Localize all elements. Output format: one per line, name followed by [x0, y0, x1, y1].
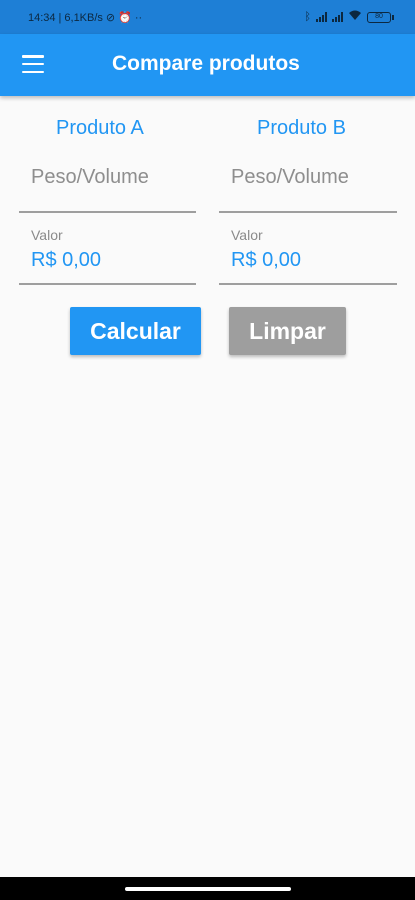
- product-b-value-label: Valor: [231, 227, 263, 243]
- product-b-value-input[interactable]: R$ 0,00: [231, 249, 301, 272]
- product-b-title: Produto B: [257, 117, 346, 139]
- network-speed: 6,1KB/s: [64, 11, 103, 24]
- bluetooth-icon: ᛒ: [304, 11, 311, 23]
- product-a-title: Produto A: [56, 117, 144, 139]
- alarm-icon: ⏰: [118, 12, 132, 24]
- navigation-bar: [0, 877, 415, 900]
- product-b-weight-underline: [219, 211, 397, 213]
- product-a-value-underline: [19, 283, 196, 285]
- wifi-icon: [348, 10, 362, 24]
- home-indicator[interactable]: [125, 887, 291, 891]
- status-separator: |: [58, 11, 62, 24]
- product-b-weight-input[interactable]: Peso/Volume: [231, 166, 349, 189]
- status-bar: 14:34 | 6,1KB/s ⊘ ⏰ ·· ᛒ 80: [0, 0, 415, 34]
- clear-button[interactable]: Limpar: [229, 307, 346, 355]
- status-right: ᛒ 80: [304, 10, 394, 24]
- product-a-value-label: Valor: [31, 227, 63, 243]
- product-a-weight-underline: [19, 211, 196, 213]
- calculate-button[interactable]: Calcular: [70, 307, 201, 355]
- status-dots: ··: [134, 11, 143, 24]
- data-saver-icon: ⊘: [105, 12, 116, 24]
- signal-2-icon: [332, 12, 343, 22]
- signal-1-icon: [316, 12, 327, 22]
- product-b-value-underline: [219, 283, 397, 285]
- app-title: Compare produtos: [112, 52, 300, 75]
- app-bar: Compare produtos: [0, 34, 415, 96]
- status-time: 14:34: [28, 11, 56, 24]
- status-left: 14:34 | 6,1KB/s ⊘ ⏰ ··: [28, 11, 143, 25]
- hamburger-menu-icon[interactable]: [22, 55, 44, 73]
- product-a-value-input[interactable]: R$ 0,00: [31, 249, 101, 272]
- battery-icon: 80: [367, 11, 394, 23]
- product-a-weight-input[interactable]: Peso/Volume: [31, 166, 149, 189]
